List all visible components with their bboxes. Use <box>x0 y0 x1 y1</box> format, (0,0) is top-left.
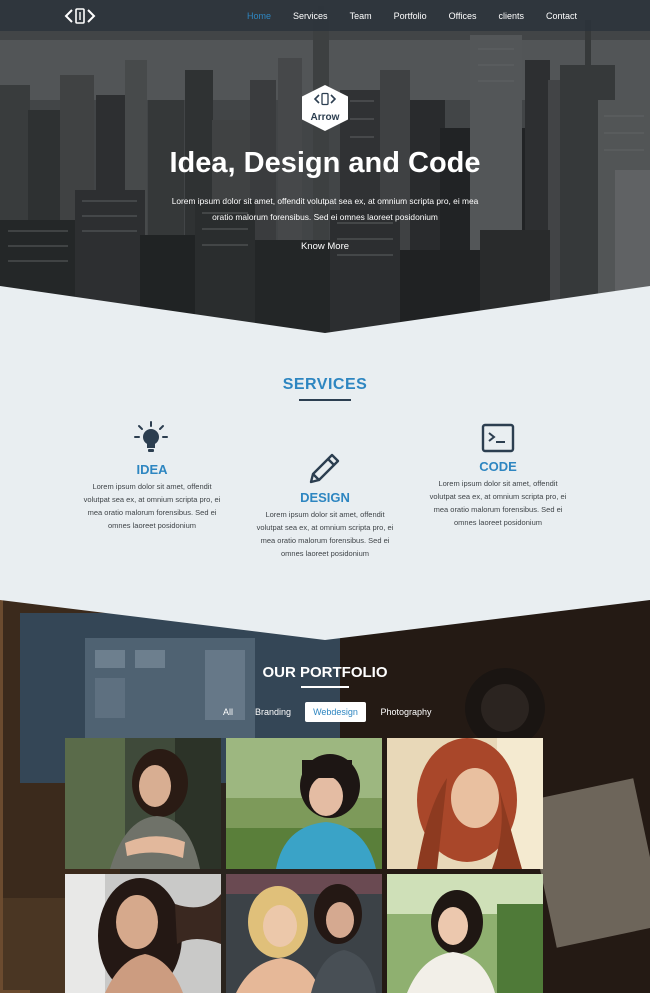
hero-bottom-chevron <box>0 286 650 336</box>
terminal-icon <box>481 423 515 453</box>
services-bottom-chevron <box>0 598 650 640</box>
service-code-line1: Lorem ipsum dolor sit amet, offendit <box>438 479 558 488</box>
service-design-text: Lorem ipsum dolor sit amet, offendit vol… <box>243 508 407 560</box>
hero-description-line2: oratio malorum forensibus. Sed ei omnes … <box>212 212 438 222</box>
hero-title: Idea, Design and Code <box>169 147 481 179</box>
filter-photography[interactable]: Photography <box>374 702 438 722</box>
portfolio-title: OUR PORTFOLIO <box>262 664 388 681</box>
nav-links: Home Services Team Portfolio Offices cli… <box>225 0 577 31</box>
service-design-line2: volutpat sea ex, at omnium scripta pro, … <box>256 523 394 532</box>
service-code-line4: omnes laoreet posidonium <box>454 518 542 527</box>
service-idea-line1: Lorem ipsum dolor sit amet, offendit <box>92 482 212 491</box>
nav-portfolio[interactable]: Portfolio <box>394 11 427 21</box>
service-code-line3: mea oratio malorum forensibus. Sed ei <box>433 505 563 514</box>
portfolio-filters: All Branding Webdesign Photography <box>0 702 650 722</box>
portfolio-photo-4 <box>65 874 221 993</box>
portfolio-item-3[interactable] <box>387 738 543 869</box>
portfolio-item-2[interactable] <box>226 738 382 869</box>
nav-team[interactable]: Team <box>350 11 372 21</box>
service-code-line2: volutpat sea ex, at omnium scripta pro, … <box>429 492 567 501</box>
service-idea-line2: volutpat sea ex, at omnium scripta pro, … <box>83 495 221 504</box>
services-title: SERVICES <box>282 376 368 393</box>
filter-all[interactable]: All <box>216 702 240 722</box>
service-design-line3: mea oratio malorum forensibus. Sed ei <box>260 536 390 545</box>
service-code-text: Lorem ipsum dolor sit amet, offendit vol… <box>416 477 580 529</box>
know-more-button[interactable]: Know More <box>290 241 360 252</box>
nav-services[interactable]: Services <box>293 11 328 21</box>
service-idea-text: Lorem ipsum dolor sit amet, offendit vol… <box>70 480 234 532</box>
pencil-icon <box>309 453 340 484</box>
portfolio-photo-2 <box>226 738 382 869</box>
nav-home[interactable]: Home <box>247 11 271 21</box>
service-design-line4: omnes laoreet posidonium <box>281 549 369 558</box>
hero-logo-badge: Arrow <box>300 84 350 132</box>
top-navbar: Home Services Team Portfolio Offices cli… <box>0 0 650 31</box>
filter-branding[interactable]: Branding <box>250 702 296 722</box>
hero-description-line1: Lorem ipsum dolor sit amet, offendit vol… <box>171 196 479 206</box>
service-design-title: DESIGN <box>300 490 350 505</box>
hero-description: Lorem ipsum dolor sit amet, offendit vol… <box>170 193 480 225</box>
portfolio-item-4[interactable] <box>65 874 221 993</box>
portfolio-item-5[interactable] <box>226 874 382 993</box>
service-idea-line3: mea oratio malorum forensibus. Sed ei <box>87 508 217 517</box>
lightbulb-icon <box>134 421 168 452</box>
badge-text: Arrow <box>311 112 340 123</box>
portfolio-item-6[interactable] <box>387 874 543 993</box>
portfolio-photo-6 <box>387 874 543 993</box>
hexagon-badge-icon: Arrow <box>302 85 348 131</box>
portfolio-item-1[interactable] <box>65 738 221 869</box>
portfolio-photo-5 <box>226 874 382 993</box>
nav-contact[interactable]: Contact <box>546 11 577 21</box>
portfolio-photo-3 <box>387 738 543 869</box>
service-idea-title: IDEA <box>136 462 168 477</box>
service-design-line1: Lorem ipsum dolor sit amet, offendit <box>265 510 385 519</box>
portfolio-underline <box>301 686 349 688</box>
services-underline <box>299 399 351 401</box>
nav-offices[interactable]: Offices <box>449 11 477 21</box>
portfolio-photo-1 <box>65 738 221 869</box>
arrow-logo-icon[interactable] <box>63 6 97 26</box>
service-idea-line4: omnes laoreet posidonium <box>108 521 196 530</box>
service-code-title: CODE <box>479 459 517 474</box>
nav-clients[interactable]: clients <box>498 11 524 21</box>
filter-webdesign[interactable]: Webdesign <box>305 702 366 722</box>
